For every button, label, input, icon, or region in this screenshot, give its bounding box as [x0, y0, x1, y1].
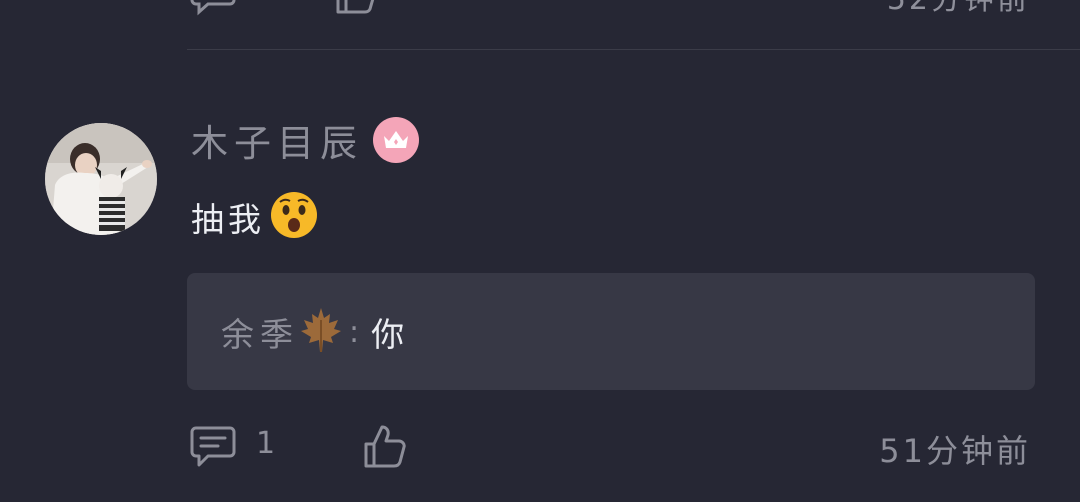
reply-preview[interactable]: 余季 : 你 [187, 273, 1035, 390]
like-icon[interactable] [334, 0, 378, 20]
comment-text: 抽我 [191, 200, 265, 239]
previous-comment-actions: 52分钟前 [188, 0, 1038, 18]
astonished-face-emoji [269, 190, 319, 244]
comment-header: 木子目辰 [191, 112, 419, 168]
crown-icon [373, 117, 419, 163]
comment-timestamp: 51分钟前 [879, 432, 1031, 470]
reply-separator: : [349, 314, 360, 350]
previous-comment-timestamp: 52分钟前 [887, 0, 1030, 18]
reply-line: 余季 : 你 [221, 307, 404, 357]
reply-text: 你 [371, 315, 405, 354]
comment-thread: 52分钟前 木子目辰 [0, 0, 1080, 502]
comment-actions: 1 51分钟前 [190, 420, 1035, 476]
comment-body: 抽我 [191, 190, 319, 244]
comment-divider [187, 49, 1080, 50]
reply-author[interactable]: 余季 [221, 308, 299, 356]
comment-icon[interactable] [190, 0, 236, 20]
like-icon[interactable] [362, 422, 408, 474]
reply-count: 1 [256, 426, 276, 461]
maple-leaf-emoji [299, 306, 343, 358]
comment-icon[interactable] [190, 424, 236, 474]
username[interactable]: 木子目辰 [191, 113, 363, 167]
avatar[interactable] [45, 123, 157, 235]
